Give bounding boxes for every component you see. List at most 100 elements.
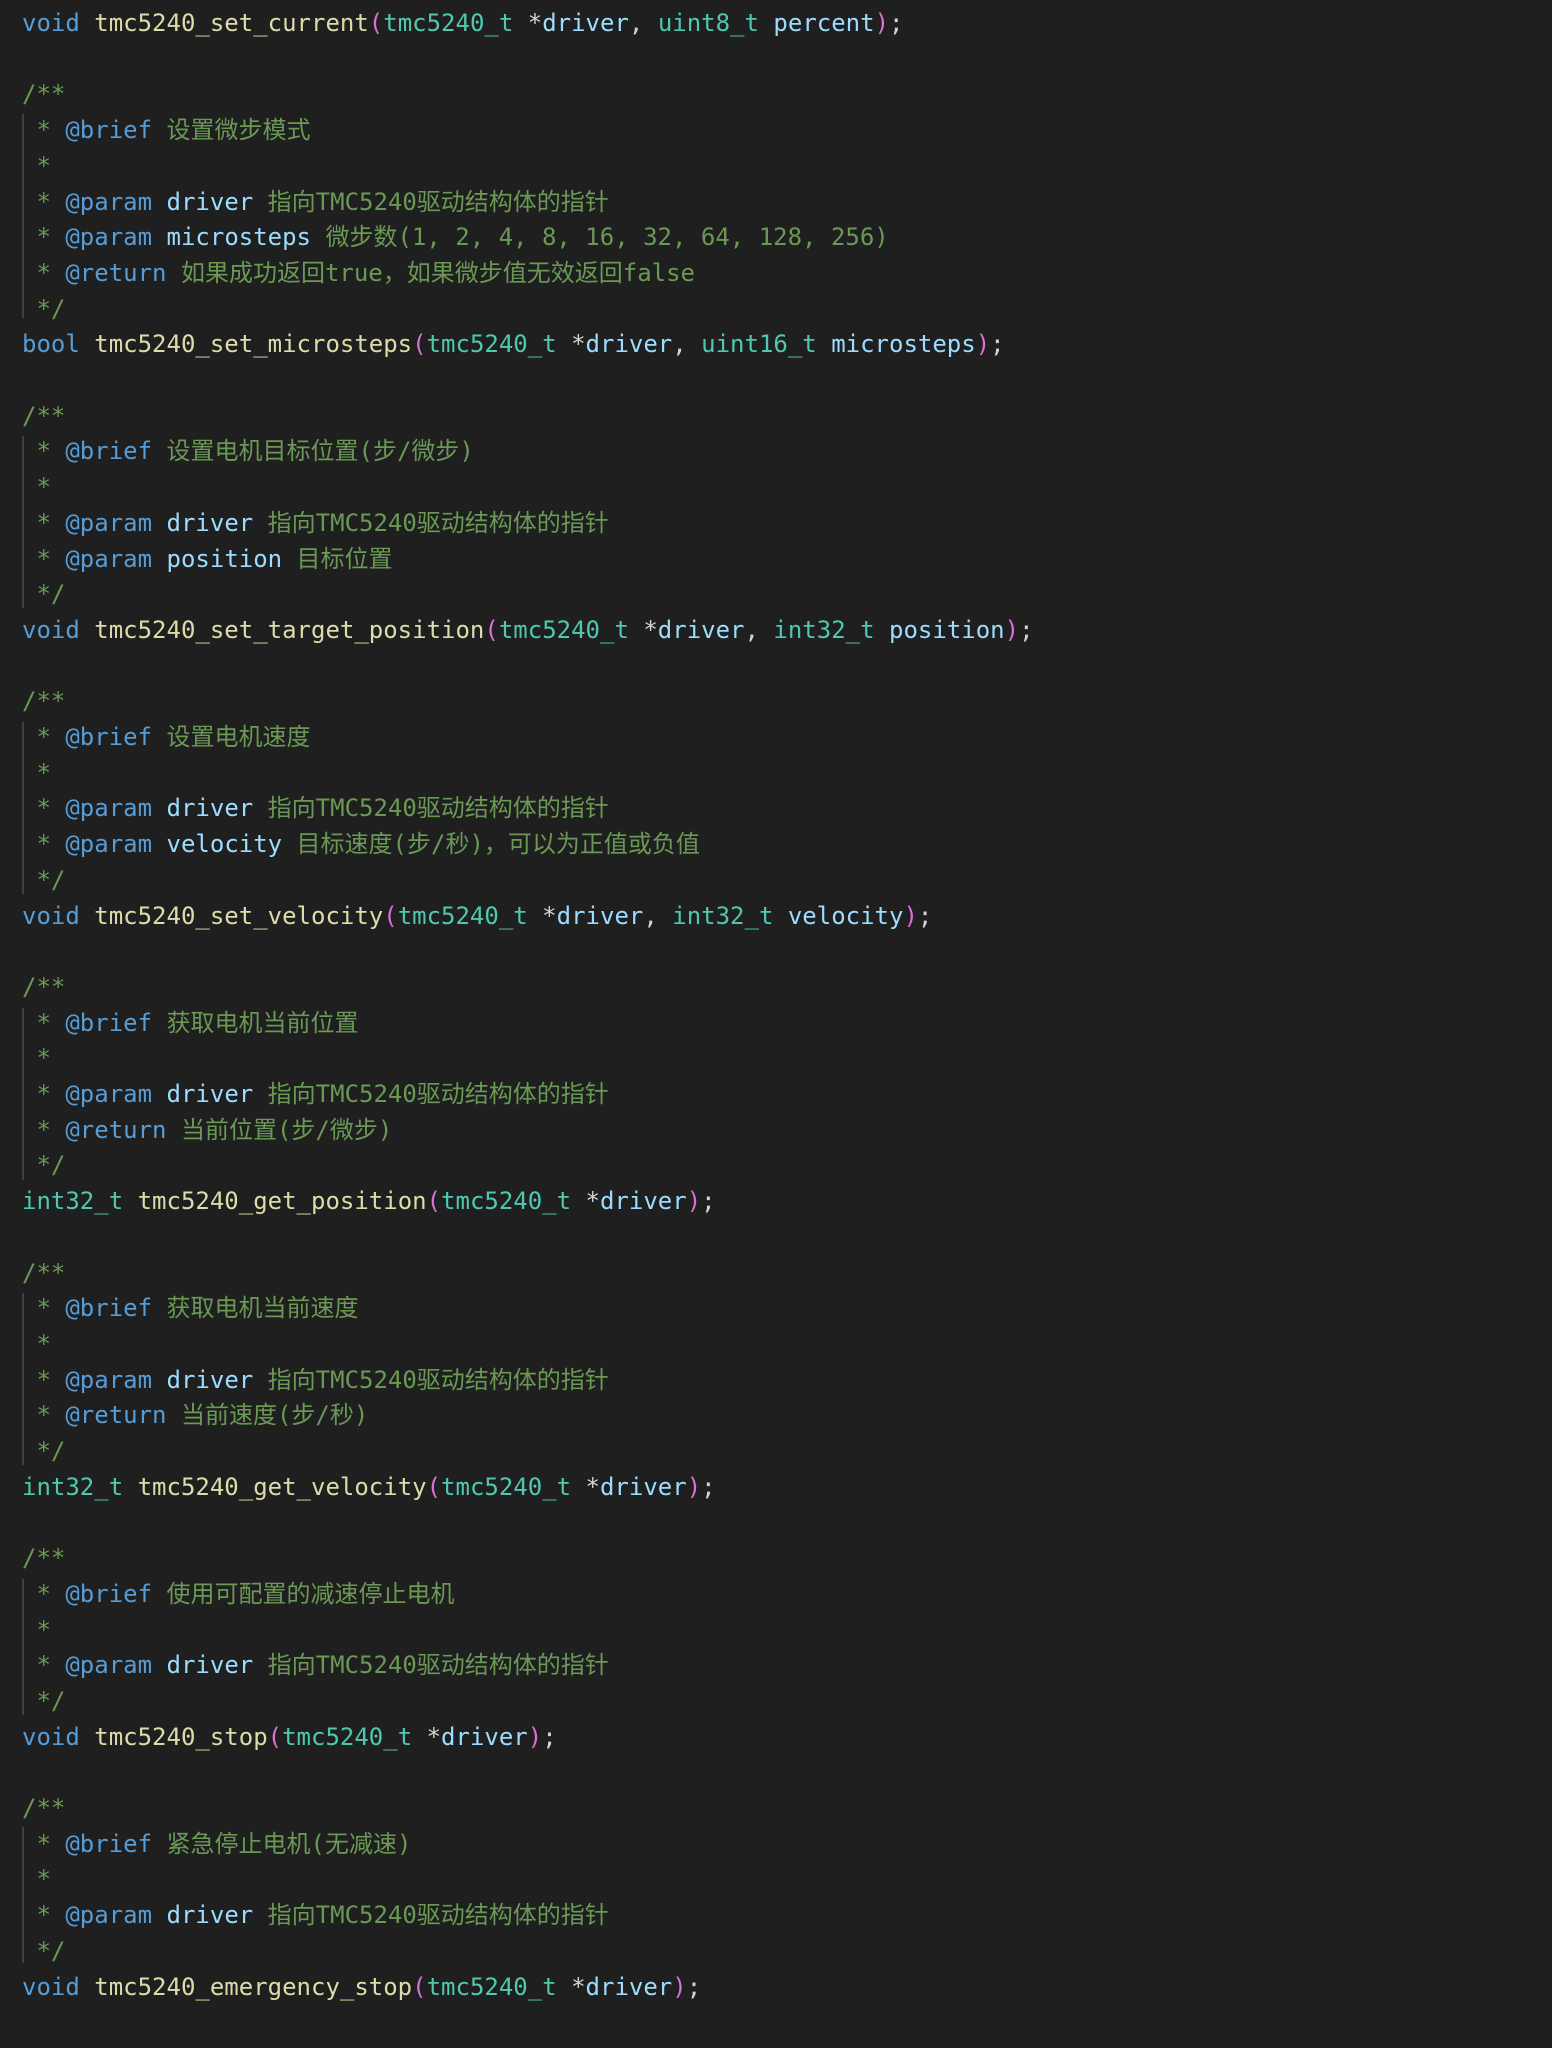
parameter-token: driver: [657, 616, 745, 644]
code-line[interactable]: /**: [22, 1542, 65, 1574]
comment-token: *: [22, 1080, 66, 1108]
parameter-token: driver: [166, 1366, 254, 1394]
code-line[interactable]: * @param driver 指向TMC5240驱动结构体的指针: [22, 186, 608, 218]
code-line[interactable]: *: [22, 150, 50, 182]
punctuation-token: *: [527, 902, 557, 930]
code-line[interactable]: * @param position 目标位置: [22, 543, 393, 575]
punctuation-token: [80, 1973, 94, 2001]
code-line[interactable]: bool tmc5240_set_microsteps(tmc5240_t *d…: [22, 328, 1005, 360]
code-line[interactable]: * @return 如果成功返回true，如果微步值无效返回false: [22, 257, 695, 289]
code-line[interactable]: void tmc5240_set_velocity(tmc5240_t *dri…: [22, 900, 932, 932]
code-line[interactable]: /**: [22, 400, 65, 432]
code-line[interactable]: int32_t tmc5240_get_velocity(tmc5240_t *…: [22, 1471, 716, 1503]
comment-token: 指向TMC5240驱动结构体的指针: [253, 1901, 609, 1929]
code-line[interactable]: * @brief 获取电机当前速度: [22, 1292, 358, 1324]
code-line[interactable]: * @return 当前速度(步/秒): [22, 1399, 368, 1431]
code-line[interactable]: * @param velocity 目标速度(步/秒)，可以为正值或负值: [22, 828, 699, 860]
doc-tag-token: @param: [65, 1080, 153, 1108]
code-line[interactable]: *: [22, 757, 50, 789]
code-line[interactable]: /**: [22, 1257, 65, 1289]
code-line[interactable]: void tmc5240_set_target_position(tmc5240…: [22, 614, 1034, 646]
bracket-token: ): [686, 1473, 702, 1501]
code-line[interactable]: void tmc5240_emergency_stop(tmc5240_t *d…: [22, 1971, 701, 2003]
keyword-token: void: [22, 1973, 80, 2001]
code-line[interactable]: /**: [22, 971, 65, 1003]
punctuation-token: [152, 1080, 166, 1108]
punctuation-token: *: [628, 616, 658, 644]
doc-tag-token: @brief: [65, 1580, 153, 1608]
punctuation-token: *: [556, 1973, 586, 2001]
code-line[interactable]: * @brief 设置微步模式: [22, 114, 310, 146]
code-line[interactable]: void tmc5240_stop(tmc5240_t *driver);: [22, 1721, 557, 1753]
punctuation-token: [152, 545, 166, 573]
punctuation-token: [80, 616, 94, 644]
code-line[interactable]: * @param driver 指向TMC5240驱动结构体的指针: [22, 1649, 608, 1681]
punctuation-token: [123, 1473, 137, 1501]
code-line[interactable]: *: [22, 1863, 50, 1895]
code-line[interactable]: * @brief 设置电机目标位置(步/微步): [22, 435, 473, 467]
comment-token: *: [22, 509, 66, 537]
comment-token: /**: [22, 402, 66, 430]
code-line[interactable]: * @param driver 指向TMC5240驱动结构体的指针: [22, 1899, 609, 1931]
punctuation-token: [152, 1901, 166, 1929]
comment-token: *: [22, 259, 66, 287]
parameter-token: driver: [166, 1080, 254, 1108]
code-line[interactable]: /**: [22, 685, 65, 717]
code-line[interactable]: * @return 当前位置(步/微步): [22, 1114, 392, 1146]
code-line[interactable]: * @param driver 指向TMC5240驱动结构体的指针: [22, 507, 608, 539]
code-editor[interactable]: void tmc5240_set_current(tmc5240_t *driv…: [0, 0, 1552, 2048]
code-line[interactable]: void tmc5240_set_current(tmc5240_t *driv…: [22, 7, 903, 39]
type-token: uint16_t: [701, 330, 817, 358]
comment-token: 目标位置: [282, 545, 393, 573]
comment-token: *: [22, 1366, 66, 1394]
doc-tag-token: @return: [65, 259, 167, 287]
comment-token: *: [22, 473, 51, 501]
bracket-token: (: [484, 616, 499, 644]
code-line[interactable]: */: [22, 293, 65, 325]
parameter-token: microsteps: [166, 223, 312, 251]
bracket-token: ): [672, 1973, 687, 2001]
code-line[interactable]: */: [22, 864, 65, 896]
punctuation-token: *: [571, 1473, 600, 1501]
code-line[interactable]: */: [22, 1685, 65, 1717]
code-line[interactable]: * @param driver 指向TMC5240驱动结构体的指针: [22, 1078, 608, 1110]
code-line[interactable]: /**: [22, 1792, 65, 1824]
punctuation-token: [875, 616, 889, 644]
code-line[interactable]: * @param driver 指向TMC5240驱动结构体的指针: [22, 792, 608, 824]
function-name-token: tmc5240_get_position: [137, 1187, 427, 1215]
punctuation-token: ;: [701, 1187, 716, 1215]
code-line[interactable]: * @brief 使用可配置的减速停止电机: [22, 1578, 454, 1610]
bracket-token: ): [874, 9, 890, 37]
comment-token: /**: [22, 1544, 66, 1572]
code-line[interactable]: */: [22, 1935, 65, 1967]
code-line[interactable]: * @param microsteps 微步数(1, 2, 4, 8, 16, …: [22, 221, 888, 253]
code-line[interactable]: * @brief 获取电机当前位置: [22, 1007, 358, 1039]
punctuation-token: [152, 830, 166, 858]
type-token: tmc5240_t: [498, 616, 629, 644]
code-line[interactable]: */: [22, 1435, 65, 1467]
code-line[interactable]: * @brief 设置电机速度: [22, 721, 310, 753]
type-token: tmc5240_t: [282, 1723, 413, 1751]
comment-token: *: [22, 1330, 51, 1358]
bracket-token: (: [412, 1973, 427, 2001]
code-line[interactable]: */: [22, 1149, 65, 1181]
type-token: tmc5240_t: [383, 9, 514, 37]
code-line[interactable]: * @param driver 指向TMC5240驱动结构体的指针: [22, 1364, 609, 1396]
comment-token: *: [22, 1580, 66, 1608]
code-line[interactable]: /**: [22, 78, 65, 110]
code-line[interactable]: */: [22, 578, 65, 610]
punctuation-token: ,: [628, 9, 658, 37]
code-line[interactable]: *: [22, 1614, 50, 1646]
comment-token: *: [22, 1830, 66, 1858]
code-line[interactable]: *: [22, 1042, 50, 1074]
code-line[interactable]: int32_t tmc5240_get_position(tmc5240_t *…: [22, 1185, 716, 1217]
code-line[interactable]: * @brief 紧急停止电机(无减速): [22, 1828, 411, 1860]
bracket-token: (: [412, 330, 427, 358]
doc-tag-token: @param: [65, 188, 153, 216]
comment-token: *: [22, 1901, 66, 1929]
comment-token: 指向TMC5240驱动结构体的指针: [253, 1366, 609, 1394]
code-line[interactable]: *: [22, 471, 51, 503]
code-line[interactable]: *: [22, 1328, 51, 1360]
parameter-token: driver: [166, 1901, 254, 1929]
keyword-token: bool: [22, 330, 80, 358]
